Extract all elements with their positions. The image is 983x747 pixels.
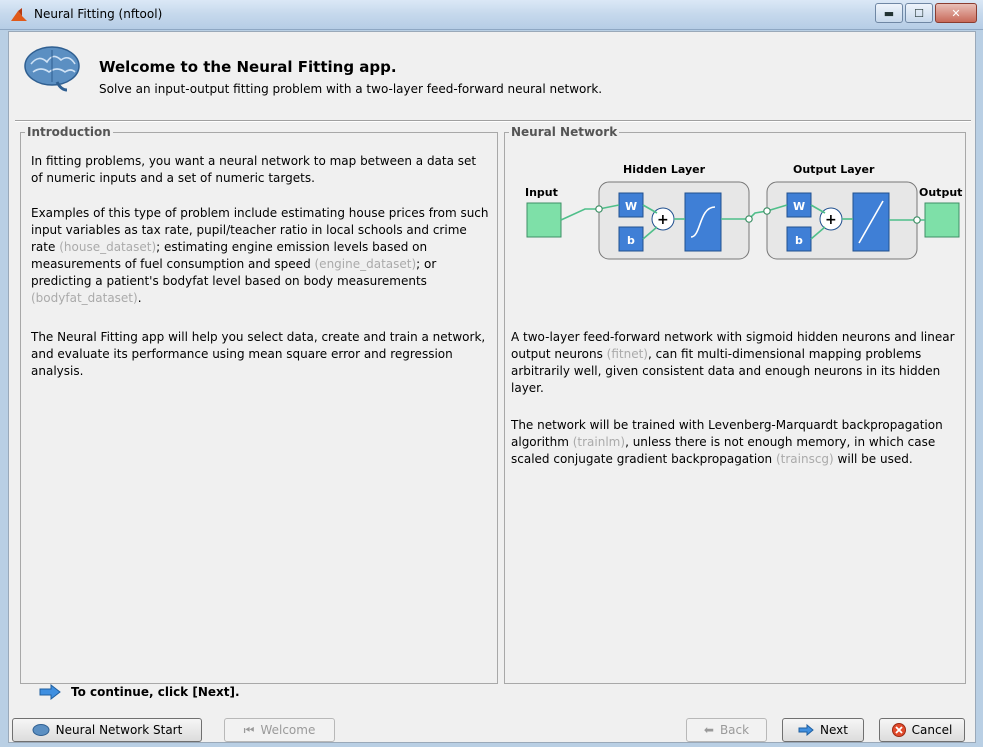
bodyfat-dataset-link[interactable]: (bodyfat_dataset): [31, 291, 138, 305]
cancel-icon: [891, 723, 906, 737]
output-bias-label: b: [795, 234, 803, 247]
introduction-title: Introduction: [25, 125, 113, 139]
neural-network-start-button[interactable]: Neural Network Start: [12, 718, 202, 742]
neural-network-panel: Neural Network Input Hidden Layer W b + …: [504, 125, 966, 684]
nn-text: will be used.: [833, 452, 913, 466]
output-node: [924, 202, 960, 238]
title-bar[interactable]: Neural Fitting (nftool) ▬ ☐ ✕: [0, 0, 983, 30]
cancel-button[interactable]: Cancel: [879, 718, 965, 742]
intro-paragraph-3: The Neural Fitting app will help you sel…: [31, 330, 486, 378]
network-diagram: Input Hidden Layer W b + Output Layer W …: [525, 163, 962, 260]
window-title: Neural Fitting (nftool): [34, 7, 163, 21]
brain-small-icon: [32, 724, 50, 736]
window-controls: ▬ ☐ ✕: [875, 3, 977, 23]
page-title: Welcome to the Neural Fitting app.: [99, 58, 397, 76]
maximize-button[interactable]: ☐: [905, 3, 933, 23]
cancel-label: Cancel: [911, 723, 953, 737]
output-layer-label: Output Layer: [793, 163, 875, 176]
engine-dataset-link[interactable]: (engine_dataset): [315, 257, 417, 271]
fitnet-link[interactable]: (fitnet): [607, 347, 648, 361]
skip-back-icon: ⏮: [243, 722, 255, 737]
arrow-right-icon: [39, 684, 61, 700]
introduction-panel: Introduction In fitting problems, you wa…: [20, 125, 498, 684]
page-subtitle: Solve an input-output fitting problem wi…: [99, 82, 603, 96]
header-divider: [15, 120, 971, 122]
nn-paragraph-1: A two-layer feed-forward network with si…: [511, 329, 959, 397]
back-label: Back: [719, 723, 750, 737]
next-button[interactable]: Next: [782, 718, 864, 742]
matlab-logo-icon: [11, 8, 27, 21]
app-window: Welcome to the Neural Fitting app. Solve…: [8, 31, 976, 743]
welcome-button[interactable]: ⏮ Welcome: [224, 718, 335, 742]
trainlm-link[interactable]: (trainlm): [573, 435, 625, 449]
neural-network-start-label: Neural Network Start: [55, 723, 183, 737]
hidden-bias-label: b: [627, 234, 635, 247]
arrow-left-icon: ⬅: [703, 723, 714, 737]
output-weight-label: W: [793, 200, 805, 213]
close-button[interactable]: ✕: [935, 3, 977, 23]
welcome-label: Welcome: [260, 723, 316, 737]
intro-text: .: [137, 291, 142, 305]
continue-text: To continue, click [Next].: [71, 685, 240, 699]
hidden-sum-label: +: [657, 212, 669, 228]
arrow-right-icon: [798, 724, 814, 736]
intro-paragraph-1: In fitting problems, you want a neural n…: [31, 154, 477, 185]
output-label: Output: [919, 186, 962, 199]
header: Welcome to the Neural Fitting app. Solve…: [9, 32, 975, 114]
sigmoid-transfer-box: [684, 192, 722, 252]
hidden-weight-label: W: [625, 200, 637, 213]
continue-hint: To continue, click [Next].: [39, 684, 240, 700]
output-sum-label: +: [825, 212, 837, 228]
neural-network-title: Neural Network: [509, 125, 620, 139]
next-label: Next: [820, 723, 848, 737]
nn-paragraph-2: The network will be trained with Levenbe…: [511, 417, 959, 468]
hidden-layer-label: Hidden Layer: [623, 163, 706, 176]
intro-paragraph-2: Examples of this type of problem include…: [31, 205, 491, 307]
input-label: Input: [525, 186, 558, 199]
minimize-button[interactable]: ▬: [875, 3, 903, 23]
brain-icon: [24, 46, 80, 92]
trainscg-link[interactable]: (trainscg): [776, 452, 834, 466]
house-dataset-link[interactable]: (house_dataset): [59, 240, 156, 254]
back-button[interactable]: ⬅ Back: [686, 718, 767, 742]
input-node: [526, 202, 562, 238]
